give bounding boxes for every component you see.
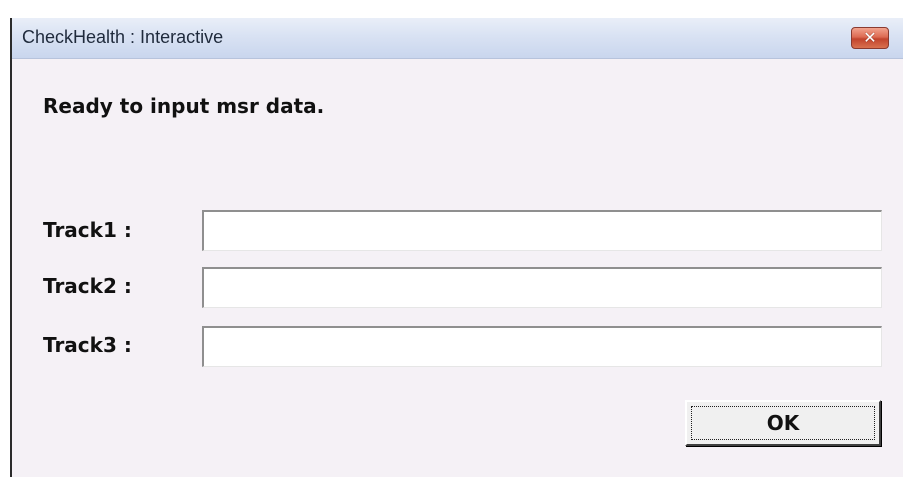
ok-button[interactable]: OK xyxy=(685,400,881,446)
track2-label: Track2 : xyxy=(43,274,132,298)
track3-input[interactable] xyxy=(202,326,882,367)
track3-label: Track3 : xyxy=(43,333,132,357)
close-button[interactable]: ✕ xyxy=(851,27,889,49)
status-message: Ready to input msr data. xyxy=(43,94,325,118)
window-title: CheckHealth : Interactive xyxy=(22,27,224,47)
title-bar[interactable]: CheckHealth : Interactive ✕ xyxy=(12,18,903,59)
track2-input[interactable] xyxy=(202,267,882,308)
close-icon: ✕ xyxy=(863,28,877,47)
track1-label: Track1 : xyxy=(43,218,132,242)
checkhealth-dialog: CheckHealth : Interactive ✕ Ready to inp… xyxy=(10,18,903,477)
ok-button-label: OK xyxy=(766,411,800,435)
track1-input[interactable] xyxy=(202,210,882,251)
